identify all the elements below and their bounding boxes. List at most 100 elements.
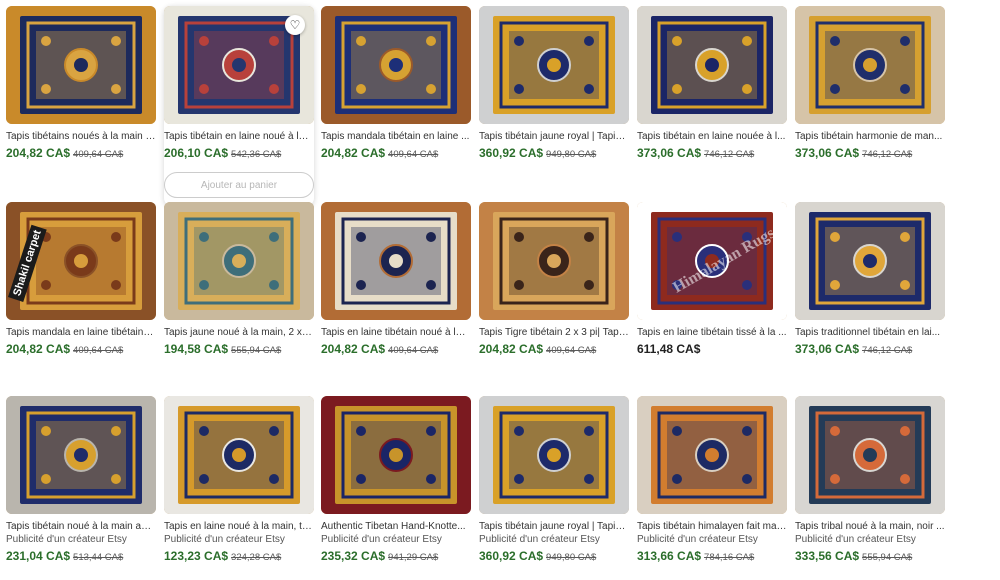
listing-image[interactable] xyxy=(164,202,314,320)
listing-title[interactable]: Tapis mandala tibétain en laine ... xyxy=(321,130,471,143)
listing-image[interactable] xyxy=(321,396,471,514)
sale-price: 333,56 CA$ xyxy=(795,549,860,563)
price-row: 360,92 CA$ 949,80 CA$ xyxy=(479,146,629,162)
price-row: 313,66 CA$ 784,16 CA$ xyxy=(637,549,787,565)
sale-price: 204,82 CA$ xyxy=(321,146,386,160)
listing-image[interactable] xyxy=(321,202,471,320)
listing-card[interactable]: Tapis mandala tibétain en laine ... 204,8… xyxy=(321,6,471,162)
listing-image[interactable] xyxy=(479,396,629,514)
sale-price: 204,82 CA$ xyxy=(321,342,386,356)
price-row: 204,82 CA$ 409,64 CA$ xyxy=(6,146,156,162)
heart-icon[interactable]: ♡ xyxy=(285,15,305,35)
listing-title[interactable]: Tapis tibétain en laine noué à la ... xyxy=(164,130,314,143)
original-price: 555,94 CA$ xyxy=(231,345,282,356)
sale-price: 194,58 CA$ xyxy=(164,342,229,356)
listing-card[interactable]: Tapis tibétain en laine nouée à l... 373,… xyxy=(637,6,787,162)
listing-card[interactable]: Tapis tibétain jaune royal | Tapis ... Pu… xyxy=(479,396,629,565)
listing-title[interactable]: Tapis en laine tibétain tissé à la ... xyxy=(637,326,787,339)
listing-title[interactable]: Tapis tibétain en laine nouée à l... xyxy=(637,130,787,143)
original-price: 409,64 CA$ xyxy=(388,345,439,356)
price-row: 333,56 CA$ 555,94 CA$ xyxy=(795,549,945,565)
listing-title[interactable]: Tapis tibétain jaune royal | Tapis ... xyxy=(479,130,629,143)
listing-image[interactable]: ♡ xyxy=(164,6,314,124)
listing-card[interactable]: ♡ Tapis tibétain en laine noué à la ... 20… xyxy=(164,6,314,206)
listing-card[interactable]: Tapis jaune noué à la main, 2 x 3... 194,… xyxy=(164,202,314,358)
listing-title[interactable]: Tapis Tigre tibétain 2 x 3 pi| Tapi... xyxy=(479,326,629,339)
sponsored-label: Publicité d'un créateur Etsy xyxy=(479,534,600,545)
listing-card[interactable]: Tapis tibétains noués à la main | ... 204… xyxy=(6,6,156,162)
listing-card[interactable]: Tapis tibétain jaune royal | Tapis ... 36… xyxy=(479,6,629,162)
listing-card[interactable]: Authentic Tibetan Hand-Knotte... Publicit… xyxy=(321,396,471,565)
listing-card[interactable]: Tapis en laine tibétain noué à la ... 204… xyxy=(321,202,471,358)
price-row: 235,32 CA$ 941,29 CA$ xyxy=(321,549,471,565)
listing-card[interactable]: Tapis Tigre tibétain 2 x 3 pi| Tapi... 20… xyxy=(479,202,629,358)
original-price: 513,44 CA$ xyxy=(73,552,124,563)
price-row: 373,06 CA$ 746,12 CA$ xyxy=(795,342,945,358)
listing-grid: Tapis tibétains noués à la main | ... 204… xyxy=(0,0,1000,580)
original-price: 746,12 CA$ xyxy=(862,345,913,356)
listing-image[interactable] xyxy=(795,202,945,320)
price-row: 204,82 CA$ 409,64 CA$ xyxy=(479,342,629,358)
listing-title[interactable]: Tapis tibétains noués à la main | ... xyxy=(6,130,156,143)
listing-title[interactable]: Tapis en laine noué à la main, ta... xyxy=(164,520,314,533)
sponsored-label: Publicité d'un créateur Etsy xyxy=(6,534,127,545)
original-price: 746,12 CA$ xyxy=(862,149,913,160)
price-row: 373,06 CA$ 746,12 CA$ xyxy=(795,146,945,162)
sale-price: 373,06 CA$ xyxy=(795,146,860,160)
listing-title[interactable]: Authentic Tibetan Hand-Knotte... xyxy=(321,520,471,533)
listing-card[interactable]: Tapis traditionnel tibétain en lai... 373… xyxy=(795,202,945,358)
sponsored-label: Publicité d'un créateur Etsy xyxy=(795,534,916,545)
listing-title[interactable]: Tapis en laine tibétain noué à la ... xyxy=(321,326,471,339)
listing-image[interactable] xyxy=(479,202,629,320)
original-price: 542,36 CA$ xyxy=(231,149,282,160)
listing-image[interactable] xyxy=(637,6,787,124)
listing-image[interactable] xyxy=(479,6,629,124)
price-row: 123,23 CA$ 324,28 CA$ xyxy=(164,549,314,565)
price-row: 373,06 CA$ 746,12 CA$ xyxy=(637,146,787,162)
listing-image[interactable] xyxy=(795,396,945,514)
sale-price: 206,10 CA$ xyxy=(164,146,229,160)
listing-image[interactable] xyxy=(637,396,787,514)
listing-title[interactable]: Tapis tibétain harmonie de man... xyxy=(795,130,945,143)
listing-card[interactable]: Tapis tribal noué à la main, noir ... Pub… xyxy=(795,396,945,565)
listing-title[interactable]: Tapis tibétain himalayen fait mai... xyxy=(637,520,787,533)
original-price: 949,80 CA$ xyxy=(546,552,597,563)
sale-price: 123,23 CA$ xyxy=(164,549,229,563)
listing-title[interactable]: Tapis jaune noué à la main, 2 x 3... xyxy=(164,326,314,339)
listing-image[interactable]: Himalayan Rugs xyxy=(637,202,787,320)
sale-price: 373,06 CA$ xyxy=(795,342,860,356)
sale-price: 235,32 CA$ xyxy=(321,549,386,563)
listing-title[interactable]: Tapis tibétain noué à la main ave... xyxy=(6,520,156,533)
price-row: 204,82 CA$ 409,64 CA$ xyxy=(321,342,471,358)
listing-card[interactable]: Tapis tibétain himalayen fait mai... Publ… xyxy=(637,396,787,565)
original-price: 784,16 CA$ xyxy=(704,552,755,563)
listing-card[interactable]: Himalayan Rugs Tapis en laine tibétain ti… xyxy=(637,202,787,356)
listing-image[interactable]: Shakil carpet xyxy=(6,202,156,320)
listing-title[interactable]: Tapis mandala en laine tibétaine... xyxy=(6,326,156,339)
listing-title[interactable]: Tapis tibétain jaune royal | Tapis ... xyxy=(479,520,629,533)
original-price: 941,29 CA$ xyxy=(388,552,439,563)
price-row: 206,10 CA$ 542,36 CA$ xyxy=(164,146,314,162)
listing-card[interactable]: Tapis tibétain harmonie de man... 373,06 … xyxy=(795,6,945,162)
price-row: 194,58 CA$ 555,94 CA$ xyxy=(164,342,314,358)
listing-title[interactable]: Tapis tribal noué à la main, noir ... xyxy=(795,520,945,533)
listing-image[interactable] xyxy=(6,396,156,514)
sponsored-label: Publicité d'un créateur Etsy xyxy=(164,534,285,545)
sale-price: 204,82 CA$ xyxy=(6,146,71,160)
add-to-cart-button[interactable]: Ajouter au panier xyxy=(164,172,314,198)
listing-card[interactable]: Tapis en laine noué à la main, ta... Publ… xyxy=(164,396,314,565)
listing-image[interactable] xyxy=(321,6,471,124)
listing-image[interactable] xyxy=(164,396,314,514)
original-price: 324,28 CA$ xyxy=(231,552,282,563)
original-price: 409,64 CA$ xyxy=(73,149,124,160)
listing-card[interactable]: Tapis tibétain noué à la main ave... Publ… xyxy=(6,396,156,565)
listing-image[interactable] xyxy=(795,6,945,124)
original-price: 746,12 CA$ xyxy=(704,149,755,160)
sale-price: 204,82 CA$ xyxy=(6,342,71,356)
price-row: 360,92 CA$ 949,80 CA$ xyxy=(479,549,629,565)
original-price: 409,64 CA$ xyxy=(546,345,597,356)
listing-card[interactable]: Shakil carpet Tapis mandala en laine tibé… xyxy=(6,202,156,358)
price-row: 204,82 CA$ 409,64 CA$ xyxy=(6,342,156,358)
listing-title[interactable]: Tapis traditionnel tibétain en lai... xyxy=(795,326,945,339)
listing-image[interactable] xyxy=(6,6,156,124)
